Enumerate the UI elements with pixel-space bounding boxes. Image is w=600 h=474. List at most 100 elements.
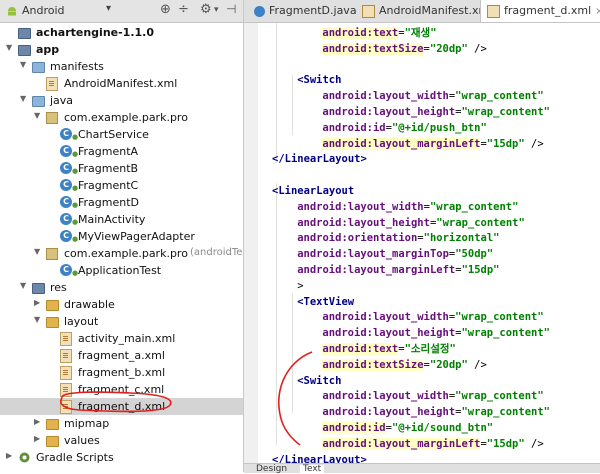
chevron-down-icon[interactable]: ▾: [214, 5, 219, 15]
code-token-pun: />: [524, 437, 544, 450]
code-editor[interactable]: android:text="재생" android:textSize="20dp"…: [258, 23, 600, 463]
tree-item[interactable]: ▶ values: [0, 432, 243, 449]
indent-guide: [276, 183, 277, 445]
expand-down-icon[interactable]: ▼: [34, 248, 42, 256]
gear-icon[interactable]: ⚙: [200, 2, 212, 17]
tab-design[interactable]: Design: [256, 465, 287, 474]
tree-item-label: java: [50, 94, 74, 107]
xml-file-icon: [60, 349, 72, 363]
tree-item-label: manifests: [50, 60, 104, 73]
editor-tab[interactable]: fragment_d.xml ×: [480, 0, 600, 22]
code-token-val: "@+id/sound_btn": [391, 422, 494, 434]
tree-item[interactable]: ▼ com.example.park.pro: [0, 109, 243, 126]
sync-icon[interactable]: ⊕: [160, 2, 171, 17]
collapse-icon[interactable]: ÷: [178, 2, 189, 17]
tree-item[interactable]: C ● ApplicationTest: [0, 262, 243, 279]
tree-item[interactable]: ▶ Gradle Scripts: [0, 449, 243, 466]
tree-item[interactable]: fragment_b.xml: [0, 364, 243, 381]
tree-item[interactable]: ▼ com.example.park.pro(androidTest): [0, 245, 243, 262]
code-token-val: "horizontal": [423, 232, 500, 245]
tree-item[interactable]: ▶ mipmap: [0, 415, 243, 432]
tree-item[interactable]: C ● FragmentA: [0, 143, 243, 160]
code-line: android:layout_width="wrap_content": [322, 309, 543, 325]
tree-item-label: app: [36, 43, 60, 56]
expand-down-icon[interactable]: ▼: [34, 112, 42, 120]
tree-item[interactable]: ▼ layout: [0, 313, 243, 330]
tree-item[interactable]: AndroidManifest.xml: [0, 75, 243, 92]
code-line: android:text="소리설정": [322, 341, 456, 357]
code-token-val: "20dp": [429, 42, 468, 55]
tree-item-label: MainActivity: [78, 213, 146, 226]
expand-right-icon[interactable]: ▶: [34, 299, 42, 307]
code-token-attr: android:text: [322, 343, 399, 355]
tree-item-label: ChartService: [78, 128, 149, 141]
tree-item[interactable]: fragment_d.xml: [0, 398, 243, 415]
code-token-attr: android:layout_width: [297, 200, 424, 213]
tree-item[interactable]: ▼ app: [0, 41, 243, 58]
tree-item-label: mipmap: [64, 417, 110, 430]
tree-item[interactable]: C ● FragmentD: [0, 194, 243, 211]
tree-item-suffix: (androidTest): [190, 247, 243, 258]
expand-down-icon[interactable]: ▼: [6, 44, 14, 52]
code-token-val: "wrap_content": [436, 216, 525, 229]
code-token-tag: </LinearLayout>: [272, 153, 367, 166]
tree-item-label: FragmentA: [78, 145, 139, 158]
tree-item[interactable]: fragment_a.xml: [0, 347, 243, 364]
tree-item-label: achartengine-1.1.0: [36, 26, 154, 39]
class-icon: C: [60, 264, 72, 276]
tree-item[interactable]: ▶ drawable: [0, 296, 243, 313]
editor-tab-label: FragmentD.java: [269, 4, 357, 17]
tree-item[interactable]: achartengine-1.1.0: [0, 24, 243, 41]
class-icon: C: [60, 196, 72, 208]
code-line: android:layout_width="wrap_content": [322, 388, 543, 404]
tree-item-label: com.example.park.pro: [64, 247, 188, 260]
code-token-attr: android:orientation: [297, 232, 418, 245]
tree-item[interactable]: ▼ manifests: [0, 58, 243, 75]
code-token-attr: android:layout_width: [322, 311, 449, 324]
code-line: </LinearLayout>: [272, 452, 367, 463]
code-line: android:id="@+id/sound_btn": [322, 420, 493, 436]
tree-item[interactable]: C ● MainActivity: [0, 211, 243, 228]
tree-item[interactable]: activity_main.xml: [0, 330, 243, 347]
tree-item-label: fragment_a.xml: [78, 349, 165, 362]
hide-panel-icon[interactable]: ⊣: [226, 2, 236, 16]
tree-item[interactable]: ▼ res: [0, 279, 243, 296]
tree-item[interactable]: C ● FragmentB: [0, 160, 243, 177]
tree-item-label: AndroidManifest.xml: [64, 77, 178, 90]
code-line: android:layout_height="wrap_content": [297, 215, 525, 231]
code-line: android:layout_marginLeft="15dp": [297, 262, 499, 278]
chevron-down-icon[interactable]: ▾: [106, 3, 111, 14]
code-line: android:orientation="horizontal": [297, 230, 499, 246]
code-token-pun: />: [467, 358, 487, 371]
project-view-selector[interactable]: Android: [22, 4, 65, 17]
expand-down-icon[interactable]: ▼: [34, 316, 42, 324]
tree-item[interactable]: C ● MyViewPagerAdapter: [0, 228, 243, 245]
close-icon[interactable]: ×: [595, 6, 600, 17]
code-token-attr: android:layout_marginLeft: [297, 264, 456, 276]
expand-down-icon[interactable]: ▼: [20, 95, 28, 103]
gradle-icon: [18, 451, 31, 464]
tree-item[interactable]: ▼ java: [0, 92, 243, 109]
folder-icon: [46, 300, 59, 311]
xml-file-icon: [362, 4, 375, 18]
expand-down-icon[interactable]: ▼: [20, 282, 28, 290]
code-token-attr: android:textSize: [322, 42, 424, 55]
resource-folder-icon: [32, 283, 45, 294]
expand-right-icon[interactable]: ▶: [6, 452, 14, 460]
code-token-attr: android:layout_width: [322, 390, 449, 403]
xml-file-icon: [46, 77, 58, 91]
tree-item[interactable]: C ● ChartService: [0, 126, 243, 143]
expand-down-icon[interactable]: ▼: [20, 61, 28, 69]
tree-item[interactable]: fragment_c.xml: [0, 381, 243, 398]
code-line: android:textSize="20dp" />: [322, 41, 487, 57]
expand-right-icon[interactable]: ▶: [34, 435, 42, 443]
code-line: android:textSize="20dp" />: [322, 357, 487, 373]
expand-right-icon[interactable]: ▶: [34, 418, 42, 426]
package-icon: [46, 112, 58, 124]
code-token-attr: android:layout_height: [322, 106, 456, 118]
tab-text[interactable]: Text: [300, 465, 325, 474]
code-token-attr: android:layout_height: [322, 327, 456, 340]
tree-item[interactable]: C ● FragmentC: [0, 177, 243, 194]
code-token-attr: android:text: [322, 27, 399, 39]
tree-item-label: fragment_b.xml: [78, 366, 166, 379]
